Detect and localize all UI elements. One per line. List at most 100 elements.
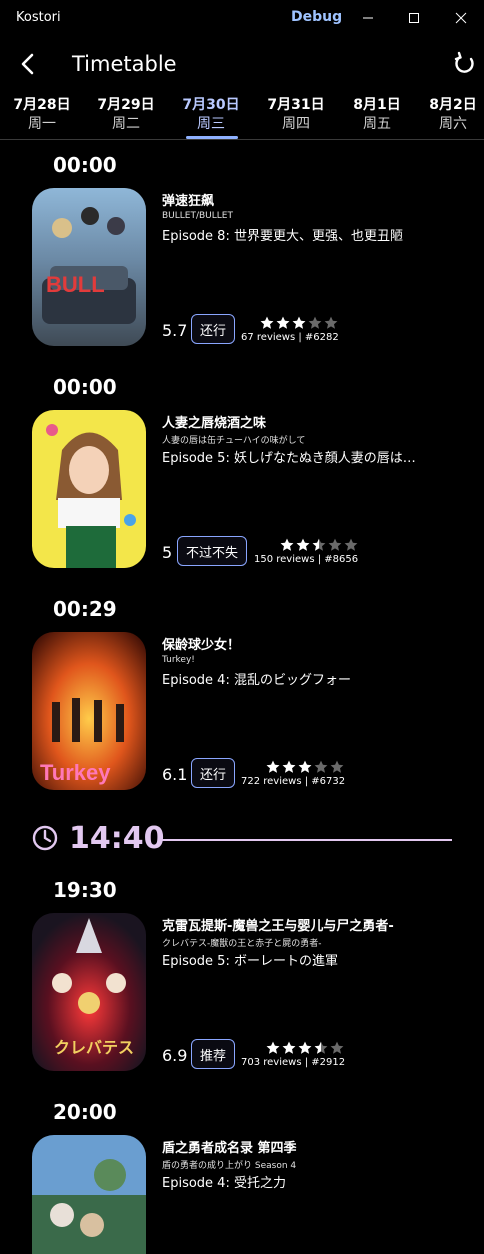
star-icon — [266, 1041, 280, 1054]
star-icon — [328, 538, 342, 551]
star-icon — [282, 1041, 296, 1054]
back-button[interactable] — [14, 50, 42, 78]
date-tabs: 7月28日 周一 7月29日 周二 7月30日 周三 7月31日 周四 8月1日… — [0, 96, 484, 140]
star-icon — [330, 1041, 344, 1054]
star-icon — [324, 316, 338, 329]
star-icon — [282, 760, 296, 773]
app-title: Kostori — [16, 10, 61, 25]
close-button[interactable] — [438, 0, 484, 36]
score: 5.7 — [162, 321, 188, 340]
episode-title: Episode 4: 受托之力 — [162, 1176, 286, 1191]
anime-original-title: クレバテス-魔獣の王と赤子と屍の勇者- — [162, 939, 322, 949]
star-icon — [344, 538, 358, 551]
episode-title: Episode 5: 妖しげなたぬき顔人妻の唇は… — [162, 451, 416, 466]
score: 6.1 — [162, 765, 188, 784]
tab-day[interactable]: 7月31日 周四 — [256, 96, 336, 134]
anime-card[interactable]: Turkey 保龄球少女！ Turkey! Episode 4: 混乱のビッグフ… — [32, 632, 472, 790]
current-time: 14:40 — [69, 821, 165, 856]
verdict-badge: 还行 — [191, 758, 236, 788]
star-icon — [266, 760, 280, 773]
review-count: 703 reviews | #2912 — [241, 1057, 346, 1068]
anime-card[interactable]: クレバテス 克雷瓦提斯-魔兽之王与婴儿与尸之勇者- クレバテス-魔獣の王と赤子と… — [32, 913, 472, 1071]
slot-time: 00:00 — [53, 153, 117, 177]
tab-date: 7月30日 — [182, 97, 240, 113]
current-time-line — [162, 839, 452, 841]
tab-weekday: 周四 — [282, 116, 310, 132]
star-icon — [280, 538, 294, 551]
tab-date: 7月31日 — [267, 97, 325, 113]
tab-day[interactable]: 7月29日 周二 — [86, 96, 166, 134]
tab-day[interactable]: 7月28日 周一 — [2, 96, 82, 134]
maximize-button[interactable] — [391, 0, 437, 36]
tab-day[interactable]: 8月1日 周五 — [337, 96, 417, 134]
star-icon — [298, 760, 312, 773]
star-rating — [280, 538, 358, 552]
slot-time: 00:29 — [53, 597, 117, 621]
page-title: Timetable — [72, 52, 177, 76]
star-rating — [266, 760, 344, 774]
anime-title: 弹速狂飙 — [162, 194, 215, 209]
tab-date: 7月28日 — [13, 97, 71, 113]
window-titlebar: Kostori Debug — [0, 0, 484, 36]
star-icon — [314, 1041, 328, 1054]
verdict-badge: 推荐 — [191, 1039, 236, 1069]
star-icon — [296, 538, 310, 551]
refresh-icon — [454, 51, 474, 73]
slot-time: 20:00 — [53, 1100, 117, 1124]
clock-icon — [32, 825, 58, 851]
star-icon — [308, 316, 322, 329]
svg-text:Turkey: Turkey — [40, 760, 111, 785]
anime-title: 盾之勇者成名录 第四季 — [162, 1141, 297, 1156]
minimize-button[interactable] — [345, 0, 391, 36]
star-rating — [260, 316, 338, 330]
review-count: 722 reviews | #6732 — [241, 776, 346, 787]
review-count: 150 reviews | #8656 — [254, 554, 359, 565]
star-icon — [314, 760, 328, 773]
poster-image — [32, 410, 146, 568]
anime-title: 保龄球少女！ — [162, 638, 241, 653]
poster-image — [32, 1135, 146, 1254]
tab-day-active[interactable]: 7月30日 周三 — [171, 96, 251, 134]
episode-title: Episode 8: 世界要更大、更强、也更丑陋 — [162, 229, 403, 244]
anime-card[interactable]: 盾之勇者成名录 第四季 盾の勇者の成り上がり Season 4 Episode … — [32, 1135, 472, 1254]
timetable-list[interactable]: 00:00 BULL 弹速狂飙 BULLET/BULLET Episode 8:… — [0, 141, 484, 1254]
anime-card[interactable]: BULL 弹速狂飙 BULLET/BULLET Episode 8: 世界要更大… — [32, 188, 472, 346]
poster-image: Turkey — [32, 632, 146, 790]
star-icon — [292, 316, 306, 329]
anime-original-title: 盾の勇者の成り上がり Season 4 — [162, 1161, 297, 1171]
star-icon — [312, 538, 326, 551]
anime-title: 克雷瓦提斯-魔兽之王与婴儿与尸之勇者- — [162, 919, 394, 934]
star-icon — [298, 1041, 312, 1054]
score: 6.9 — [162, 1046, 188, 1065]
star-icon — [260, 316, 274, 329]
star-icon — [330, 760, 344, 773]
anime-original-title: 人妻の唇は缶チューハイの味がして — [162, 436, 306, 446]
refresh-button[interactable] — [450, 50, 478, 78]
svg-text:BULL: BULL — [46, 272, 105, 297]
tab-day[interactable]: 8月2日 周六 — [413, 96, 484, 134]
anime-title: 人妻之唇烧酒之味 — [162, 416, 267, 431]
verdict-badge: 不过不失 — [177, 536, 248, 566]
current-time-marker: 14:40 — [32, 821, 452, 857]
app-header: Timetable — [0, 40, 484, 90]
tab-weekday: 周五 — [363, 116, 391, 132]
anime-card[interactable]: 人妻之唇烧酒之味 人妻の唇は缶チューハイの味がして Episode 5: 妖しげ… — [32, 410, 472, 568]
tab-weekday: 周六 — [439, 116, 467, 132]
maximize-icon — [409, 13, 419, 23]
arrow-left-icon — [21, 53, 34, 75]
slot-time: 00:00 — [53, 375, 117, 399]
tab-date: 8月2日 — [429, 97, 477, 113]
close-icon — [455, 12, 467, 24]
tab-date: 8月1日 — [353, 97, 401, 113]
minimize-icon — [363, 17, 373, 19]
tab-date: 7月29日 — [97, 97, 155, 113]
anime-original-title: BULLET/BULLET — [162, 211, 233, 221]
debug-label[interactable]: Debug — [291, 9, 342, 25]
star-icon — [276, 316, 290, 329]
poster-image: BULL — [32, 188, 146, 346]
poster-image: クレバテス — [32, 913, 146, 1071]
anime-original-title: Turkey! — [162, 655, 195, 665]
episode-title: Episode 5: ボーレートの進軍 — [162, 954, 338, 969]
star-rating — [266, 1041, 344, 1055]
review-count: 67 reviews | #6282 — [241, 332, 339, 343]
